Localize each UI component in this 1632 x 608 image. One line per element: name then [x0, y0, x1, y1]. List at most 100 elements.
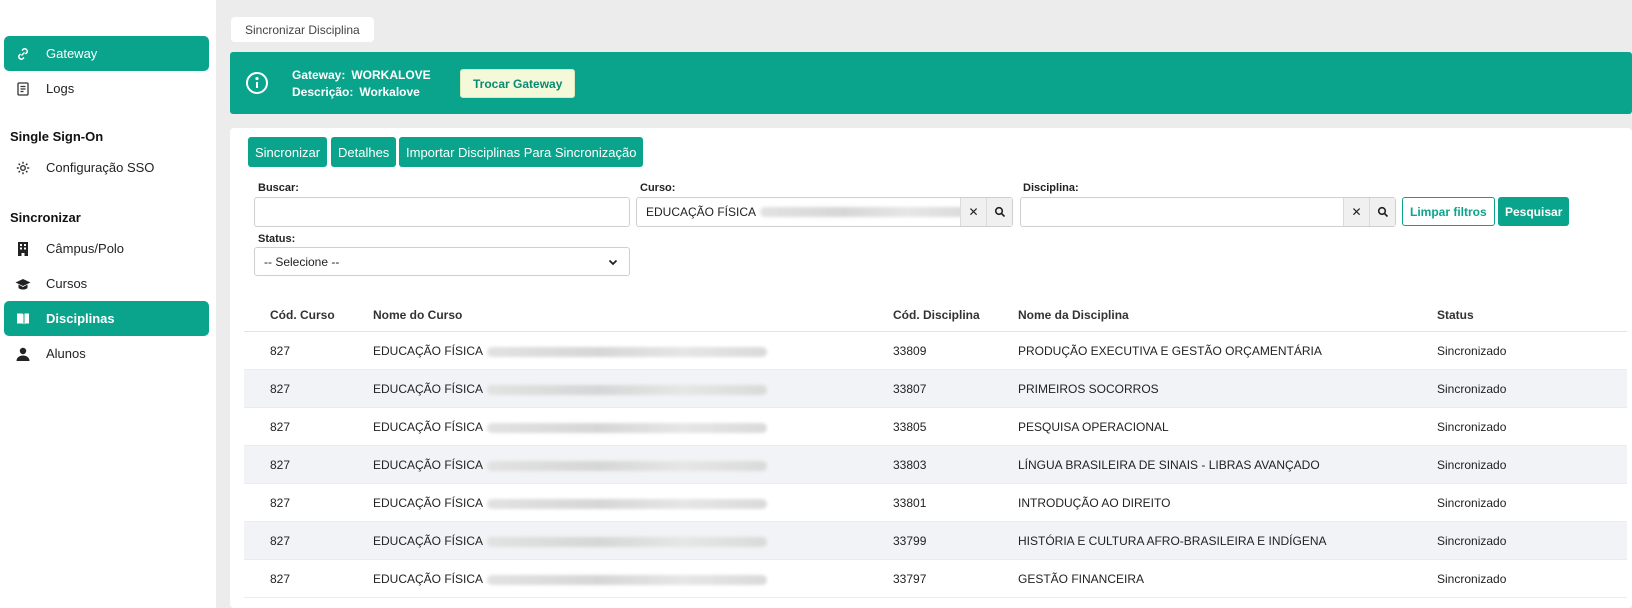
graduation-cap-icon [14, 275, 32, 293]
status-label: Status: [258, 233, 296, 245]
col-cod-curso[interactable]: Cód. Curso [270, 308, 335, 322]
redacted-text [487, 346, 768, 357]
cell-status: Sincronizado [1437, 572, 1507, 586]
cell-cod-disciplina: 33801 [893, 496, 927, 510]
breadcrumb: Sincronizar Disciplina [231, 17, 374, 42]
sidebar-item-label: Cursos [46, 276, 88, 291]
disciplina-label: Disciplina: [1023, 182, 1079, 194]
cell-nome-curso: EDUCAÇÃO FÍSICA [373, 534, 768, 548]
cell-nome-curso: EDUCAÇÃO FÍSICA [373, 496, 768, 510]
cell-nome-disciplina: INTRODUÇÃO AO DIREITO [1018, 496, 1171, 510]
cell-status: Sincronizado [1437, 496, 1507, 510]
status-select-value: -- Selecione -- [264, 254, 340, 269]
cell-cod-curso: 827 [270, 420, 291, 434]
cell-cod-disciplina: 33799 [893, 534, 927, 548]
sidebar-item-label: Alunos [46, 346, 86, 361]
sidebar-item-logs[interactable]: Logs [4, 71, 209, 106]
limpar-filtros-button[interactable]: Limpar filtros [1402, 197, 1495, 226]
redacted-text [487, 422, 768, 433]
cell-status: Sincronizado [1437, 382, 1507, 396]
gear-icon [14, 159, 32, 177]
cell-cod-disciplina: 33807 [893, 382, 927, 396]
redacted-text [487, 574, 768, 585]
cell-cod-curso: 827 [270, 458, 291, 472]
section-title-sincronizar: Sincronizar [10, 210, 81, 225]
disciplinas-table: Cód. Curso Nome do Curso Cód. Disciplina… [244, 298, 1627, 598]
curso-field[interactable]: EDUCAÇÃO FÍSICA ✕ [636, 197, 1013, 227]
table-header: Cód. Curso Nome do Curso Cód. Disciplina… [244, 298, 1627, 332]
search-disciplina-icon[interactable] [1369, 198, 1395, 226]
sidebar-item-disciplinas[interactable]: Disciplinas [4, 301, 209, 336]
trocar-gateway-button[interactable]: Trocar Gateway [460, 69, 576, 98]
redacted-text [487, 460, 768, 471]
table-row[interactable]: 827 EDUCAÇÃO FÍSICA 33805 PESQUISA OPERA… [244, 408, 1627, 446]
cell-status: Sincronizado [1437, 458, 1507, 472]
cell-nome-curso: EDUCAÇÃO FÍSICA [373, 382, 768, 396]
sidebar-item-alunos[interactable]: Alunos [4, 336, 209, 371]
buscar-label: Buscar: [258, 182, 299, 194]
curso-label: Curso: [640, 182, 676, 194]
clear-disciplina-icon[interactable]: ✕ [1343, 198, 1369, 226]
cell-nome-curso: EDUCAÇÃO FÍSICA [373, 420, 768, 434]
importar-disciplinas-button[interactable]: Importar Disciplinas Para Sincronização [399, 137, 644, 167]
table-row[interactable]: 827 EDUCAÇÃO FÍSICA 33797 GESTÃO FINANCE… [244, 560, 1627, 598]
sidebar-item-campus-polo[interactable]: Câmpus/Polo [4, 231, 209, 266]
cell-nome-disciplina: HISTÓRIA E CULTURA AFRO-BRASILEIRA E IND… [1018, 534, 1327, 548]
cell-nome-curso: EDUCAÇÃO FÍSICA [373, 458, 768, 472]
cell-cod-disciplina: 33797 [893, 572, 927, 586]
cell-cod-disciplina: 33803 [893, 458, 927, 472]
disciplina-field[interactable]: ✕ [1020, 197, 1396, 227]
table-row[interactable]: 827 EDUCAÇÃO FÍSICA 33807 PRIMEIROS SOCO… [244, 370, 1627, 408]
sidebar-item-cursos[interactable]: Cursos [4, 266, 209, 301]
table-row[interactable]: 827 EDUCAÇÃO FÍSICA 33801 INTRODUÇÃO AO … [244, 484, 1627, 522]
cell-cod-curso: 827 [270, 496, 291, 510]
sync-card: Sincronizar Detalhes Importar Disciplina… [230, 128, 1632, 608]
redacted-text [487, 498, 768, 509]
cell-nome-disciplina: GESTÃO FINANCEIRA [1018, 572, 1145, 586]
gateway-label: Gateway: [292, 68, 346, 82]
col-status[interactable]: Status [1437, 308, 1474, 322]
buscar-input[interactable] [254, 197, 630, 227]
status-select[interactable]: -- Selecione -- [254, 247, 630, 276]
sidebar-item-label: Disciplinas [46, 311, 115, 326]
cell-cod-curso: 827 [270, 534, 291, 548]
redacted-text [487, 536, 768, 547]
gateway-info: Gateway: WORKALOVE Descrição: Workalove [292, 67, 431, 101]
cell-nome-disciplina: PRIMEIROS SOCORROS [1018, 382, 1159, 396]
search-curso-icon[interactable] [986, 198, 1012, 226]
cell-nome-disciplina: PESQUISA OPERACIONAL [1018, 420, 1169, 434]
col-nome-disciplina[interactable]: Nome da Disciplina [1018, 308, 1129, 322]
sidebar: Gateway Logs Single Sign-On Configuração… [0, 0, 216, 608]
pesquisar-button[interactable]: Pesquisar [1498, 197, 1570, 226]
col-nome-curso[interactable]: Nome do Curso [373, 308, 462, 322]
main-content: Sincronizar Disciplina Gateway: WORKALOVE… [216, 0, 1632, 608]
col-cod-disciplina[interactable]: Cód. Disciplina [893, 308, 980, 322]
redacted-text [487, 384, 768, 395]
curso-value: EDUCAÇÃO FÍSICA [646, 205, 757, 219]
cell-nome-disciplina: LÍNGUA BRASILEIRA DE SINAIS - LIBRAS AVA… [1018, 458, 1320, 472]
sidebar-item-configuracao-sso[interactable]: Configuração SSO [4, 150, 209, 185]
sidebar-item-gateway[interactable]: Gateway [4, 36, 209, 71]
cell-cod-curso: 827 [270, 382, 291, 396]
info-icon [246, 72, 268, 94]
clear-curso-icon[interactable]: ✕ [960, 198, 986, 226]
gateway-value: WORKALOVE [351, 68, 431, 82]
redacted-text [760, 207, 971, 217]
table-row[interactable]: 827 EDUCAÇÃO FÍSICA 33799 HISTÓRIA E CUL… [244, 522, 1627, 560]
table-row[interactable]: 827 EDUCAÇÃO FÍSICA 33809 PRODUÇÃO EXECU… [244, 332, 1627, 370]
cell-cod-disciplina: 33805 [893, 420, 927, 434]
section-title-sso: Single Sign-On [10, 129, 104, 144]
sidebar-item-label: Configuração SSO [46, 160, 155, 175]
descricao-label: Descrição: [292, 85, 354, 99]
logs-icon [14, 80, 32, 98]
book-icon [14, 310, 32, 328]
sincronizar-button[interactable]: Sincronizar [248, 137, 328, 167]
detalhes-button[interactable]: Detalhes [331, 137, 397, 167]
cell-nome-curso: EDUCAÇÃO FÍSICA [373, 344, 768, 358]
link-icon [14, 45, 32, 63]
cell-status: Sincronizado [1437, 344, 1507, 358]
building-icon [14, 240, 32, 258]
cell-nome-curso: EDUCAÇÃO FÍSICA [373, 572, 768, 586]
table-row[interactable]: 827 EDUCAÇÃO FÍSICA 33803 LÍNGUA BRASILE… [244, 446, 1627, 484]
cell-status: Sincronizado [1437, 534, 1507, 548]
